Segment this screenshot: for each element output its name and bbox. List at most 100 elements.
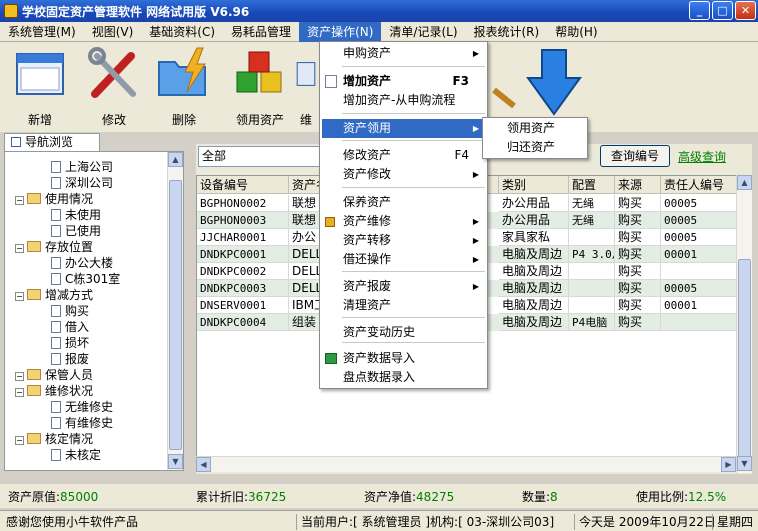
tree-leaf-node[interactable]: 上海公司 [51, 159, 113, 175]
table-cell: 无绳 [569, 212, 615, 229]
tree-leaf-node[interactable]: 有维修史 [51, 415, 113, 431]
table-horizontal-scrollbar[interactable]: ◀ ▶ [196, 456, 736, 472]
menu-item-label: 资产修改 [343, 167, 392, 181]
table-cell: BGPHON0003 [197, 212, 289, 229]
tree-node-label: 保管人员 [45, 368, 94, 382]
table-cell: 电脑及周边 [499, 263, 569, 280]
menu-reports[interactable]: 报表统计(R) [466, 22, 548, 42]
edit-button[interactable]: 修改 [82, 46, 146, 128]
menu-item-label: 盘点数据录入 [343, 370, 416, 384]
new-button[interactable]: 新增 [8, 46, 72, 128]
tab-navigation-browse[interactable]: 导航浏览 [4, 133, 100, 151]
menu-item-clear-asset[interactable]: 清理资产 [322, 296, 485, 315]
menu-asset-operations[interactable]: 资产操作(N) [299, 21, 382, 42]
menu-item-inventory-data-entry[interactable]: 盘点数据录入 [322, 368, 485, 387]
down-arrow-icon[interactable] [524, 48, 584, 118]
submenu-receive-asset[interactable]: 领用资产 [485, 119, 585, 138]
collapse-icon[interactable]: − [15, 244, 24, 253]
menu-view[interactable]: 视图(V) [84, 22, 142, 42]
menu-item-add-asset[interactable]: 增加资产 F3 [322, 72, 485, 91]
menu-item-purchase-request[interactable]: 申购资产 ▶ [322, 44, 485, 63]
menu-lists-records[interactable]: 清单/记录(L) [381, 22, 465, 42]
status-thanks: 感谢您使用小牛软件产品 [6, 515, 139, 529]
column-header[interactable]: 类别 [499, 176, 569, 194]
menu-item-borrow-return[interactable]: 借还操作 ▶ [322, 250, 485, 269]
query-number-button[interactable]: 查询编号 [600, 145, 670, 167]
collapse-icon[interactable]: − [15, 196, 24, 205]
tree-leaf-node[interactable]: 未使用 [51, 207, 101, 223]
tree-leaf-node[interactable]: 报废 [51, 351, 89, 367]
advanced-query-link[interactable]: 高级查询 [678, 148, 726, 165]
menu-item-label: 资产领用 [343, 121, 392, 135]
maintenance-button[interactable]: 维 [292, 46, 320, 128]
collapse-icon[interactable]: − [15, 372, 24, 381]
delete-button[interactable]: 删除 [152, 46, 216, 128]
tree-leaf-node[interactable]: 深圳公司 [51, 175, 113, 191]
menu-item-asset-transfer[interactable]: 资产转移 ▶ [322, 231, 485, 250]
table-cell: 家具家私 [499, 229, 569, 246]
tree-node-label: 办公大楼 [65, 256, 114, 270]
tree-leaf-node[interactable]: 办公大楼 [51, 255, 113, 271]
tree-scroll-thumb[interactable] [169, 180, 182, 450]
table-scroll-up-icon[interactable]: ▲ [737, 175, 752, 190]
menu-item-asset-repair[interactable]: 资产维修 ▶ [322, 212, 485, 231]
status-date: 今天是 2009年10月22日 [574, 514, 716, 530]
tree-group-node[interactable]: − 维修状况 [15, 383, 93, 399]
menu-item-modify-asset[interactable]: 修改资产 F4 [322, 146, 485, 165]
collapse-icon[interactable]: − [15, 292, 24, 301]
menu-system[interactable]: 系统管理(M) [0, 22, 84, 42]
menu-item-asset-change-history[interactable]: 资产变动历史 [322, 323, 485, 342]
table-vertical-scrollbar[interactable]: ▲ ▼ [736, 175, 752, 473]
tree-leaf-node[interactable]: 购买 [51, 303, 89, 319]
menu-item-maintain-asset[interactable]: 保养资产 [322, 193, 485, 212]
close-button[interactable]: ✕ [735, 1, 756, 20]
column-header[interactable]: 来源 [615, 176, 661, 194]
tree-group-node[interactable]: − 保管人员 [15, 367, 93, 383]
menu-help[interactable]: 帮助(H) [547, 22, 605, 42]
tree-leaf-node[interactable]: 无维修史 [51, 399, 113, 415]
tree-node-label: 未使用 [65, 208, 102, 222]
submenu-return-asset[interactable]: 归还资产 [485, 138, 585, 157]
menu-item-label: 资产转移 [343, 233, 392, 247]
table-scroll-thumb[interactable] [738, 259, 751, 459]
maximize-button[interactable]: □ [712, 1, 733, 20]
menu-item-asset-receive[interactable]: 资产领用 ▶ [322, 119, 485, 138]
scroll-left-icon[interactable]: ◀ [196, 457, 211, 472]
menu-item-asset-data-import[interactable]: 资产数据导入 [322, 349, 485, 368]
receive-asset-button[interactable]: 领用资产 [228, 46, 292, 128]
table-cell: 购买 [615, 280, 661, 297]
tree-leaf-node[interactable]: 损坏 [51, 335, 89, 351]
menu-item-asset-modify[interactable]: 资产修改 ▶ [322, 165, 485, 184]
table-cell: 购买 [615, 246, 661, 263]
scroll-up-icon[interactable]: ▲ [168, 152, 183, 167]
tree-group-node[interactable]: − 使用情况 [15, 191, 93, 207]
tree-leaf-node[interactable]: 未核定 [51, 447, 101, 463]
status-bar: 感谢您使用小牛软件产品 当前用户:[ 系统管理员 ]机构:[ 03-深圳公司03… [0, 510, 758, 531]
menu-item-asset-scrap[interactable]: 资产报废 ▶ [322, 277, 485, 296]
menu-basic-data[interactable]: 基础资料(C) [141, 22, 223, 42]
tree-leaf-node[interactable]: 借入 [51, 319, 89, 335]
tree-leaf-node[interactable]: 已使用 [51, 223, 101, 239]
minimize-button[interactable]: _ [689, 1, 710, 20]
table-scroll-down-icon[interactable]: ▼ [737, 456, 752, 471]
filter-combo[interactable]: 全部 [198, 146, 320, 167]
tree-group-node[interactable]: − 增减方式 [15, 287, 93, 303]
collapse-icon[interactable]: − [15, 388, 24, 397]
tree-group-node[interactable]: − 存放位置 [15, 239, 93, 255]
document-icon [51, 401, 61, 413]
folder-icon [27, 385, 41, 396]
column-header[interactable]: 设备编号 [197, 176, 289, 194]
tree-group-node[interactable]: − 核定情况 [15, 431, 93, 447]
menu-consumables[interactable]: 易耗品管理 [223, 22, 299, 42]
menu-item-add-asset-from-request[interactable]: 增加资产-从申购流程 [322, 91, 485, 110]
cubes-icon [236, 51, 282, 93]
submenu-arrow-icon: ▶ [472, 282, 479, 291]
collapse-icon[interactable]: − [15, 436, 24, 445]
table-cell: 购买 [615, 195, 661, 212]
scroll-down-icon[interactable]: ▼ [168, 454, 183, 469]
column-header[interactable]: 配置 [569, 176, 615, 194]
scroll-right-icon[interactable]: ▶ [721, 457, 736, 472]
tree-leaf-node[interactable]: C栋301室 [51, 271, 120, 287]
tree-scrollbar[interactable]: ▲ ▼ [167, 152, 183, 470]
table-cell: 购买 [615, 263, 661, 280]
